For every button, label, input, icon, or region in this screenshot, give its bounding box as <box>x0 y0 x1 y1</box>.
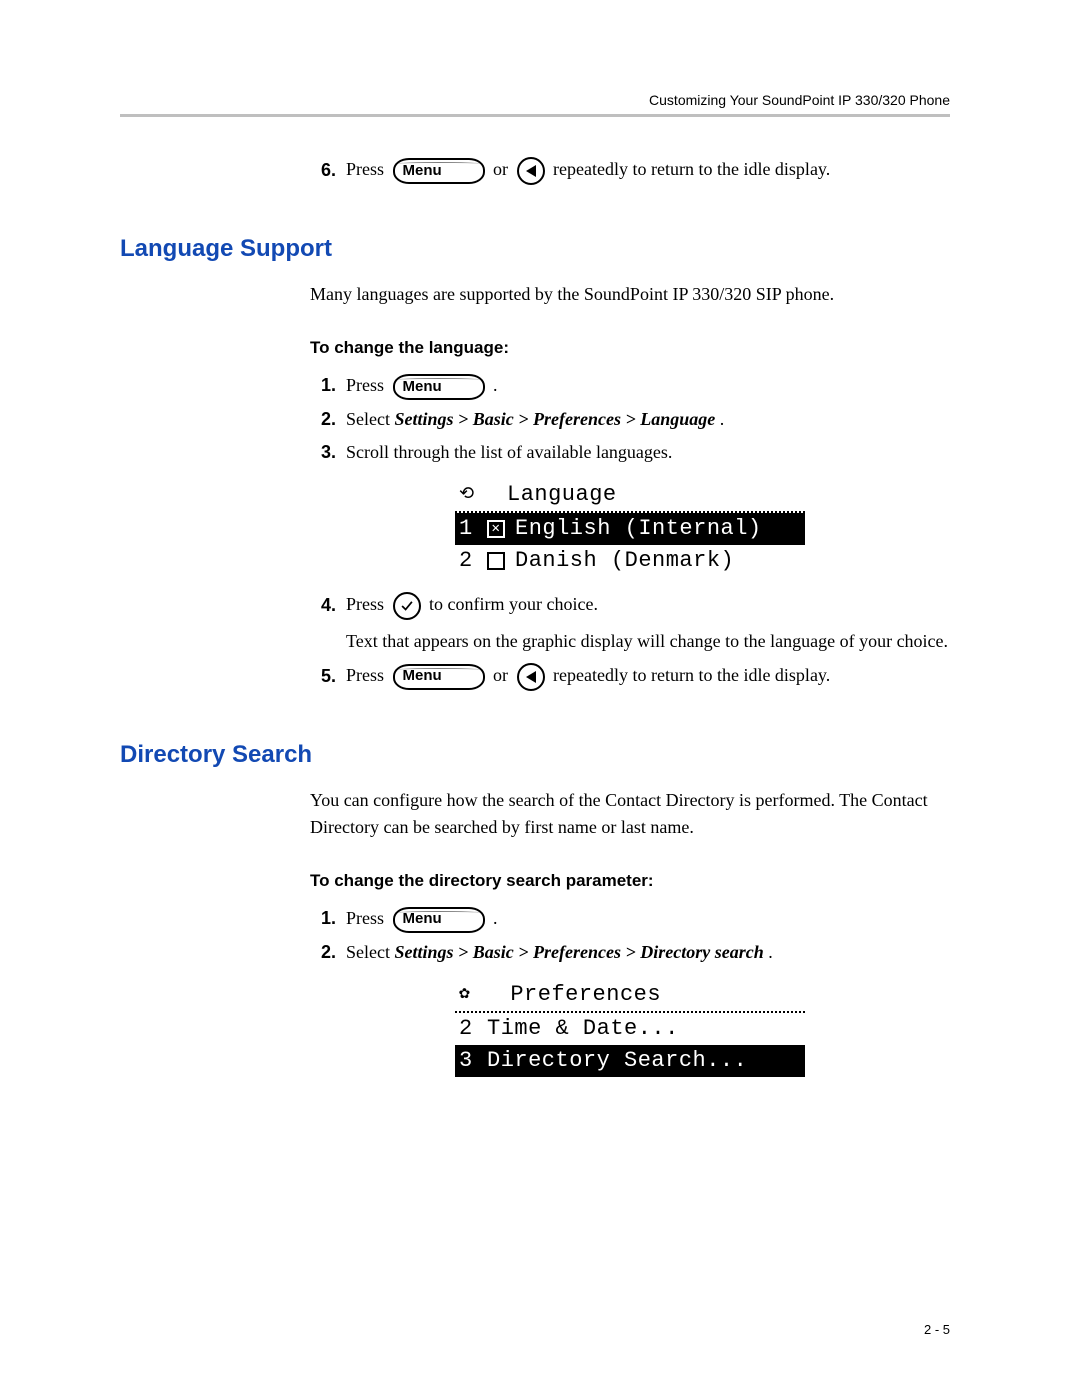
text-press: Press <box>346 665 389 685</box>
heading-directory-search: Directory Search <box>120 741 950 769</box>
text-select: Select <box>346 409 394 429</box>
lang-step-1: 1. Press Menu . <box>310 372 950 400</box>
step-text: Press to confirm your choice. <box>346 591 950 620</box>
lcd-row-index: 1 <box>459 514 477 544</box>
step-text: Press Menu or repeatedly to return to th… <box>346 662 950 691</box>
lcd-title: Preferences <box>510 980 661 1010</box>
dir-step-1: 1. Press Menu . <box>310 905 950 933</box>
lcd-row-index: 3 <box>459 1046 477 1076</box>
text-after: to confirm your choice. <box>429 594 598 614</box>
lcd-row-label: English (Internal) <box>515 514 762 544</box>
lcd-row-label: Directory Search... <box>487 1046 747 1076</box>
step-number: 2. <box>310 939 346 966</box>
text-press: Press <box>346 159 389 179</box>
step-text: Press Menu or repeatedly to return to th… <box>346 156 950 185</box>
lcd-row-label: Danish (Denmark) <box>515 546 734 576</box>
text-press: Press <box>346 375 389 395</box>
subhead-change-language: To change the language: <box>310 338 950 358</box>
lcd-title-row: ⟲ Language <box>455 480 805 514</box>
lang-step-3: 3. Scroll through the list of available … <box>310 439 950 466</box>
lang-step-5: 5. Press Menu or repeatedly to return to… <box>310 662 950 691</box>
checkmark-icon <box>393 592 421 620</box>
step-number: 4. <box>310 592 346 619</box>
step-number: 6. <box>310 157 346 184</box>
text-period: . <box>768 942 773 962</box>
step-text: Select Settings > Basic > Preferences > … <box>346 939 950 966</box>
text-press: Press <box>346 908 389 928</box>
step-number: 1. <box>310 372 346 399</box>
step-text: Press Menu . <box>346 372 950 400</box>
text-period: . <box>720 409 725 429</box>
step-text: Press Menu . <box>346 905 950 933</box>
lang-step-4: 4. Press to confirm your choice. <box>310 591 950 620</box>
text-select: Select <box>346 942 394 962</box>
menu-key-icon: Menu <box>393 158 485 184</box>
back-arrow-icon <box>517 663 545 691</box>
step-text: Scroll through the list of available lan… <box>346 439 950 466</box>
menu-path: Settings > Basic > Preferences > Languag… <box>394 409 715 429</box>
step-number: 5. <box>310 663 346 690</box>
menu-key-icon: Menu <box>393 907 485 933</box>
menu-path: Settings > Basic > Preferences > Directo… <box>394 942 763 962</box>
gear-icon: ✿ <box>459 982 470 1006</box>
menu-key-icon: Menu <box>393 664 485 690</box>
text-period: . <box>493 908 498 928</box>
dir-step-2: 2. Select Settings > Basic > Preferences… <box>310 939 950 966</box>
step-number: 1. <box>310 905 346 932</box>
text-press: Press <box>346 594 389 614</box>
step-text: Select Settings > Basic > Preferences > … <box>346 406 950 433</box>
step-6: 6. Press Menu or repeatedly to return to… <box>310 156 950 185</box>
lcd-row: 2 Danish (Denmark) <box>455 545 805 577</box>
directory-intro: You can configure how the search of the … <box>310 787 950 841</box>
step-number: 2. <box>310 406 346 433</box>
lcd-row-label: Time & Date... <box>487 1014 679 1044</box>
lcd-language-screen: ⟲ Language 1 English (Internal) 2 Danish… <box>455 480 805 577</box>
lcd-row-selected: 1 English (Internal) <box>455 513 805 545</box>
lcd-title: Language <box>507 480 617 510</box>
lcd-row-index: 2 <box>459 546 477 576</box>
header-rule <box>120 114 950 117</box>
text-after: repeatedly to return to the idle display… <box>553 159 830 179</box>
lcd-title-row: ✿ Preferences <box>455 980 805 1014</box>
text-period: . <box>493 375 498 395</box>
back-arrow-icon <box>517 157 545 185</box>
lang-step-2: 2. Select Settings > Basic > Preferences… <box>310 406 950 433</box>
language-intro: Many languages are supported by the Soun… <box>310 281 950 308</box>
menu-key-icon: Menu <box>393 374 485 400</box>
lang-step-4-para: Text that appears on the graphic display… <box>346 628 950 654</box>
text-or: or <box>493 159 513 179</box>
page-header-right: Customizing Your SoundPoint IP 330/320 P… <box>649 92 950 108</box>
checkbox-checked-icon <box>487 520 505 538</box>
text-after: repeatedly to return to the idle display… <box>553 665 830 685</box>
lcd-row-index: 2 <box>459 1014 477 1044</box>
page-number: 2 - 5 <box>924 1322 950 1337</box>
step-number: 3. <box>310 439 346 466</box>
lcd-row-selected: 3 Directory Search... <box>455 1045 805 1077</box>
text-or: or <box>493 665 513 685</box>
subhead-change-directory-param: To change the directory search parameter… <box>310 871 950 891</box>
heading-language-support: Language Support <box>120 235 950 263</box>
signal-icon: ⟲ <box>459 486 477 504</box>
lcd-preferences-screen: ✿ Preferences 2 Time & Date... 3 Directo… <box>455 980 805 1077</box>
lcd-row: 2 Time & Date... <box>455 1013 805 1045</box>
checkbox-unchecked-icon <box>487 552 505 570</box>
